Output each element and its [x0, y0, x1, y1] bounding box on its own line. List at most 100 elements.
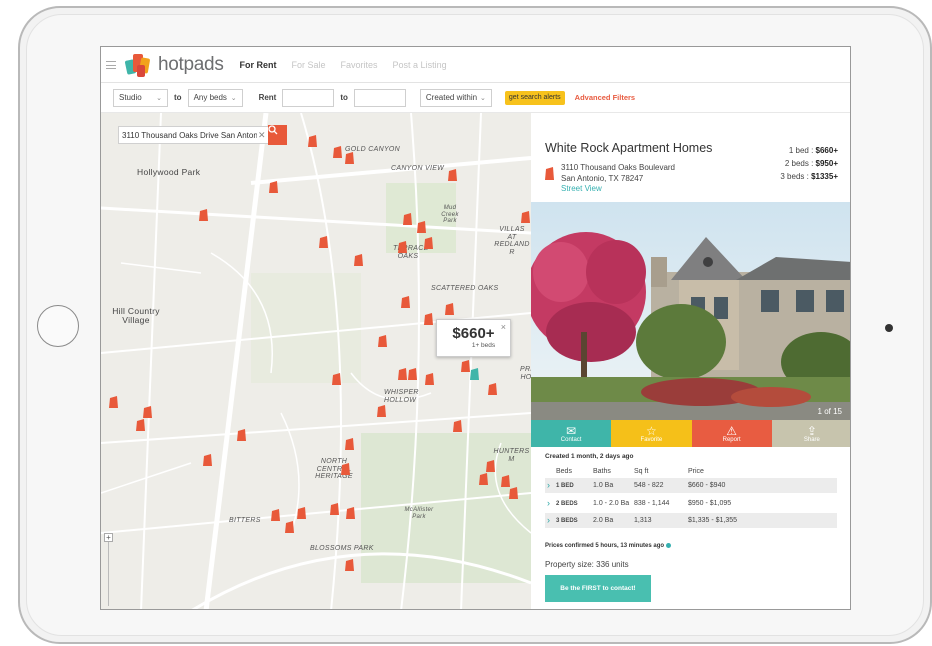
listing-pin[interactable] [271, 509, 280, 521]
listing-pin[interactable] [203, 454, 212, 466]
share-action[interactable]: ⇪ Share [771, 420, 850, 447]
listing-pin[interactable] [346, 507, 355, 519]
listing-pin[interactable] [285, 521, 294, 533]
zoom-control[interactable]: + [104, 533, 113, 608]
logo[interactable]: hotpads [124, 51, 224, 79]
listing-pin[interactable] [319, 236, 328, 248]
rent-max-input[interactable] [353, 88, 406, 107]
zoom-slider[interactable] [108, 542, 109, 606]
listing-pin[interactable] [501, 475, 510, 487]
map-price-popup[interactable]: $660+ 1+ beds × [436, 319, 511, 357]
listing-pin[interactable] [398, 241, 407, 253]
street-view-link[interactable]: Street View [561, 184, 675, 195]
rent-label: Rent [258, 93, 277, 102]
listing-panel: White Rock Apartment Homes 3110 Thousand… [531, 113, 850, 609]
info-icon[interactable] [666, 543, 672, 548]
advanced-filters-link[interactable]: Advanced Filters [575, 93, 635, 102]
zoom-in-button[interactable]: + [104, 533, 113, 542]
listing-pin[interactable] [448, 169, 457, 181]
listing-pin[interactable] [345, 152, 354, 164]
listing-pin[interactable] [425, 373, 434, 385]
chevron-down-icon: ⌄ [230, 94, 237, 102]
listing-pin[interactable] [453, 420, 462, 432]
map-place-hill-country-village: Hill Country Village [112, 306, 160, 326]
map-area-blossoms-park: BLOSSOMS PARK [310, 545, 374, 552]
listing-pin[interactable] [479, 473, 488, 485]
listing-pin[interactable] [408, 368, 417, 380]
menu-icon[interactable] [106, 60, 116, 69]
listing-pin[interactable] [332, 373, 341, 385]
listing-pin[interactable] [269, 181, 278, 193]
header-price: Price [688, 468, 704, 475]
beds-max-select[interactable]: Any beds ⌄ [187, 88, 243, 107]
listing-pin[interactable] [398, 368, 407, 380]
beds-min-select[interactable]: Studio ⌄ [113, 88, 168, 107]
listing-pin[interactable] [136, 419, 145, 431]
listing-pin[interactable] [424, 237, 433, 249]
table-row[interactable]: 1 BED 1.0 Ba 548 - 822 $660 - $940 [545, 478, 837, 493]
header-sqft: Sq ft [634, 468, 649, 475]
listing-pin[interactable] [345, 559, 354, 571]
listing-pin[interactable] [354, 254, 363, 266]
star-icon: ☆ [645, 423, 657, 438]
listing-pin[interactable] [378, 335, 387, 347]
listing-pin[interactable] [345, 438, 354, 450]
listing-pin[interactable] [461, 360, 470, 372]
map-park-mcallister: McAllister Park [404, 507, 434, 520]
warning-icon: ⚠ [726, 423, 737, 438]
table-row[interactable]: 2 BEDS 1.0 - 2.0 Ba 838 - 1,144 $950 - $… [545, 493, 837, 513]
listing-pin[interactable] [143, 406, 152, 418]
search-button[interactable] [268, 125, 287, 145]
created-within-select[interactable]: Created within ⌄ [419, 88, 492, 107]
map-search-input[interactable]: 3110 Thousand Oaks Drive San Antonio ✕ [118, 126, 285, 144]
listing-actions: ✉ Contact ☆ Favorite ⚠ Report ⇪ Share [531, 420, 850, 447]
home-button[interactable] [37, 305, 79, 347]
listing-pin[interactable] [297, 507, 306, 519]
search-alerts-button[interactable]: get search alerts [504, 90, 565, 105]
listing-pin[interactable] [509, 487, 518, 499]
bed-price-3: 3 beds : $1335+ [780, 172, 838, 181]
listing-pin[interactable] [308, 135, 317, 147]
close-icon[interactable]: × [501, 322, 506, 332]
top-nav: hotpads For Rent For Sale Favorites Post… [101, 47, 850, 83]
contact-button[interactable]: Be the FIRST to contact! [545, 575, 651, 602]
listing-title: White Rock Apartment Homes [545, 141, 713, 155]
listing-pin[interactable] [330, 503, 339, 515]
clear-icon[interactable]: ✕ [258, 130, 266, 141]
listing-pin[interactable] [341, 463, 350, 475]
nav-favorites[interactable]: Favorites [341, 60, 378, 70]
map-place-hollywood-park: Hollywood Park [137, 167, 201, 177]
listing-pin[interactable] [470, 368, 479, 380]
listing-pin[interactable] [417, 221, 426, 233]
prices-confirmed: Prices confirmed 5 hours, 13 minutes ago [545, 543, 672, 549]
listing-pin[interactable] [237, 429, 246, 441]
contact-action[interactable]: ✉ Contact [531, 420, 612, 447]
listing-pin[interactable] [333, 146, 342, 158]
report-action[interactable]: ⚠ Report [691, 420, 772, 447]
listing-pin[interactable] [109, 396, 118, 408]
listing-pin[interactable] [445, 303, 454, 315]
nav-for-sale[interactable]: For Sale [292, 60, 326, 70]
rent-min-input[interactable] [282, 88, 335, 107]
nav-post-listing[interactable]: Post a Listing [393, 60, 447, 70]
listing-pin[interactable] [403, 213, 412, 225]
share-icon: ⇪ [806, 423, 817, 438]
listing-pin[interactable] [424, 313, 433, 325]
listing-photo[interactable]: 1 of 15 [531, 202, 850, 420]
property-size: Property size: 336 units [545, 560, 629, 569]
listing-pin[interactable] [488, 383, 497, 395]
map[interactable]: Hollywood Park Hill Country Village GOLD… [101, 113, 531, 609]
listing-pin[interactable] [486, 460, 495, 472]
listing-pin[interactable] [377, 405, 386, 417]
listing-pin[interactable] [521, 211, 530, 223]
favorite-action[interactable]: ☆ Favorite [611, 420, 692, 447]
created-within-value: Created within [425, 93, 478, 102]
logo-text: hotpads [158, 53, 224, 75]
table-row[interactable]: 3 BEDS 2.0 Ba 1,313 $1,335 - $1,355 [545, 513, 837, 528]
listing-pin[interactable] [199, 209, 208, 221]
screen: hotpads For Rent For Sale Favorites Post… [100, 46, 851, 610]
nav-for-rent[interactable]: For Rent [240, 60, 277, 70]
map-area-villas: VILLAS AT REDLAND R [494, 226, 530, 257]
nav-links: For Rent For Sale Favorites Post a Listi… [240, 60, 447, 70]
listing-pin[interactable] [401, 296, 410, 308]
